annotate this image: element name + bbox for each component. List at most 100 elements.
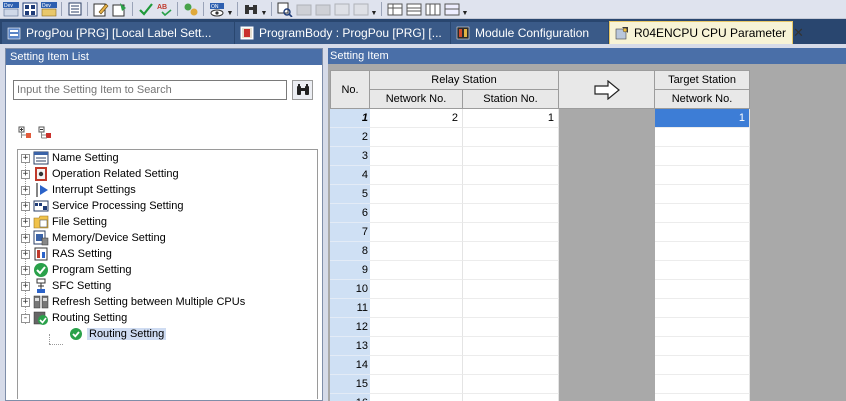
cell-relay-network-no[interactable] xyxy=(370,223,463,242)
cell-relay-network-no[interactable] xyxy=(370,318,463,337)
table-icon[interactable] xyxy=(386,2,403,17)
row-number[interactable]: 12 xyxy=(330,318,370,337)
chevron-down-icon[interactable]: ▼ xyxy=(371,2,378,17)
row-number[interactable]: 6 xyxy=(330,204,370,223)
search-input[interactable] xyxy=(13,80,287,100)
cell-target-network-no[interactable] xyxy=(655,280,750,299)
row-number[interactable]: 16 xyxy=(330,394,370,401)
cell-relay-station-no[interactable] xyxy=(463,166,559,185)
expander[interactable]: + xyxy=(21,265,30,275)
tree-item-refresh-setting[interactable]: + Refresh Setting between Multiple CPUs xyxy=(18,294,245,310)
cell-relay-station-no[interactable] xyxy=(463,147,559,166)
cell-relay-station-no[interactable] xyxy=(463,375,559,394)
build-icon[interactable] xyxy=(182,2,199,17)
compile-icon[interactable] xyxy=(111,2,128,17)
cell-target-network-no[interactable] xyxy=(655,375,750,394)
cell-target-network-no[interactable] xyxy=(655,204,750,223)
row-number[interactable]: 13 xyxy=(330,337,370,356)
chevron-down-icon[interactable]: ▼ xyxy=(462,2,469,17)
tree-item-routing-setting[interactable]: - Routing Setting xyxy=(18,310,127,326)
tree-item-service-processing-setting[interactable]: + Service Processing Setting xyxy=(18,198,183,214)
cell-target-network-no[interactable] xyxy=(655,166,750,185)
expand-all-icon[interactable] xyxy=(18,126,32,143)
cell-target-network-no[interactable] xyxy=(655,128,750,147)
cell-target-network-no[interactable] xyxy=(655,337,750,356)
cell-relay-station-no[interactable] xyxy=(463,128,559,147)
table-icon[interactable] xyxy=(443,2,460,17)
layout-icon[interactable] xyxy=(352,2,369,17)
cell-relay-station-no[interactable] xyxy=(463,185,559,204)
row-number[interactable]: 8 xyxy=(330,242,370,261)
monitor-icon[interactable]: ON xyxy=(208,2,225,17)
cell-relay-network-no[interactable] xyxy=(370,204,463,223)
row-number[interactable]: 5 xyxy=(330,185,370,204)
cell-relay-network-no[interactable] xyxy=(370,280,463,299)
cell-relay-network-no[interactable] xyxy=(370,261,463,280)
tree-item-file-setting[interactable]: + File Setting xyxy=(18,214,107,230)
row-number[interactable]: 14 xyxy=(330,356,370,375)
cell-relay-network-no[interactable] xyxy=(370,375,463,394)
row-number[interactable]: 3 xyxy=(330,147,370,166)
cell-target-network-no[interactable] xyxy=(655,185,750,204)
expander[interactable]: - xyxy=(21,313,30,323)
expander[interactable]: + xyxy=(21,201,30,211)
row-number[interactable]: 2 xyxy=(330,128,370,147)
cell-relay-network-no[interactable] xyxy=(370,356,463,375)
tree-item-program-setting[interactable]: + Program Setting xyxy=(18,262,131,278)
cell-relay-network-no[interactable] xyxy=(370,147,463,166)
device-icon[interactable] xyxy=(314,2,331,17)
check-icon[interactable] xyxy=(137,2,154,17)
row-number[interactable]: 4 xyxy=(330,166,370,185)
spell-check-icon[interactable]: AB xyxy=(156,2,173,17)
layout-icon[interactable] xyxy=(333,2,350,17)
chevron-down-icon[interactable]: ▼ xyxy=(227,2,234,17)
tab-local-label-setting[interactable]: ProgPou [PRG] [Local Label Sett... xyxy=(2,22,234,44)
cell-relay-network-no[interactable] xyxy=(370,185,463,204)
cell-relay-network-no[interactable] xyxy=(370,299,463,318)
cell-relay-station-no[interactable] xyxy=(463,356,559,375)
cell-target-network-no[interactable]: 1 xyxy=(655,109,750,128)
cell-relay-station-no[interactable] xyxy=(463,318,559,337)
dev-icon[interactable]: Dev xyxy=(40,1,57,17)
cell-relay-station-no[interactable] xyxy=(463,394,559,401)
cell-relay-station-no[interactable] xyxy=(463,280,559,299)
cell-target-network-no[interactable] xyxy=(655,147,750,166)
expander[interactable]: + xyxy=(21,233,30,243)
cell-target-network-no[interactable] xyxy=(655,299,750,318)
collapse-all-icon[interactable] xyxy=(38,126,52,143)
chevron-down-icon[interactable]: ▼ xyxy=(261,2,268,17)
close-icon[interactable]: ✕ xyxy=(793,25,804,41)
zoom-icon[interactable] xyxy=(276,2,293,17)
list-icon[interactable] xyxy=(66,2,83,17)
cell-relay-network-no[interactable]: 2 xyxy=(370,109,463,128)
cell-relay-network-no[interactable] xyxy=(370,128,463,147)
cell-target-network-no[interactable] xyxy=(655,223,750,242)
expander[interactable]: + xyxy=(21,281,30,291)
cell-target-network-no[interactable] xyxy=(655,261,750,280)
cell-relay-station-no[interactable] xyxy=(463,299,559,318)
cell-target-network-no[interactable] xyxy=(655,356,750,375)
cell-relay-network-no[interactable] xyxy=(370,242,463,261)
table-icon[interactable] xyxy=(405,2,422,17)
cell-relay-network-no[interactable] xyxy=(370,337,463,356)
search-button[interactable] xyxy=(292,80,313,100)
row-number[interactable]: 9 xyxy=(330,261,370,280)
cell-relay-network-no[interactable] xyxy=(370,166,463,185)
row-number[interactable]: 15 xyxy=(330,375,370,394)
row-number[interactable]: 11 xyxy=(330,299,370,318)
cell-target-network-no[interactable] xyxy=(655,318,750,337)
cell-relay-network-no[interactable] xyxy=(370,394,463,401)
expander[interactable]: + xyxy=(21,217,30,227)
row-number[interactable]: 10 xyxy=(330,280,370,299)
cell-relay-station-no[interactable] xyxy=(463,223,559,242)
tree-item-routing-setting-child[interactable]: Routing Setting xyxy=(68,326,167,342)
tab-program-body[interactable]: ProgramBody : ProgPou [PRG] [... xyxy=(235,22,450,44)
grid-dev-icon[interactable] xyxy=(21,2,38,17)
cell-relay-station-no[interactable] xyxy=(463,261,559,280)
expander[interactable]: + xyxy=(21,185,30,195)
tree-item-sfc-setting[interactable]: + SFC Setting xyxy=(18,278,111,294)
cell-target-network-no[interactable] xyxy=(655,242,750,261)
dev-icon[interactable]: Dev xyxy=(2,1,19,17)
expander[interactable]: + xyxy=(21,297,30,307)
table-icon[interactable] xyxy=(424,2,441,17)
